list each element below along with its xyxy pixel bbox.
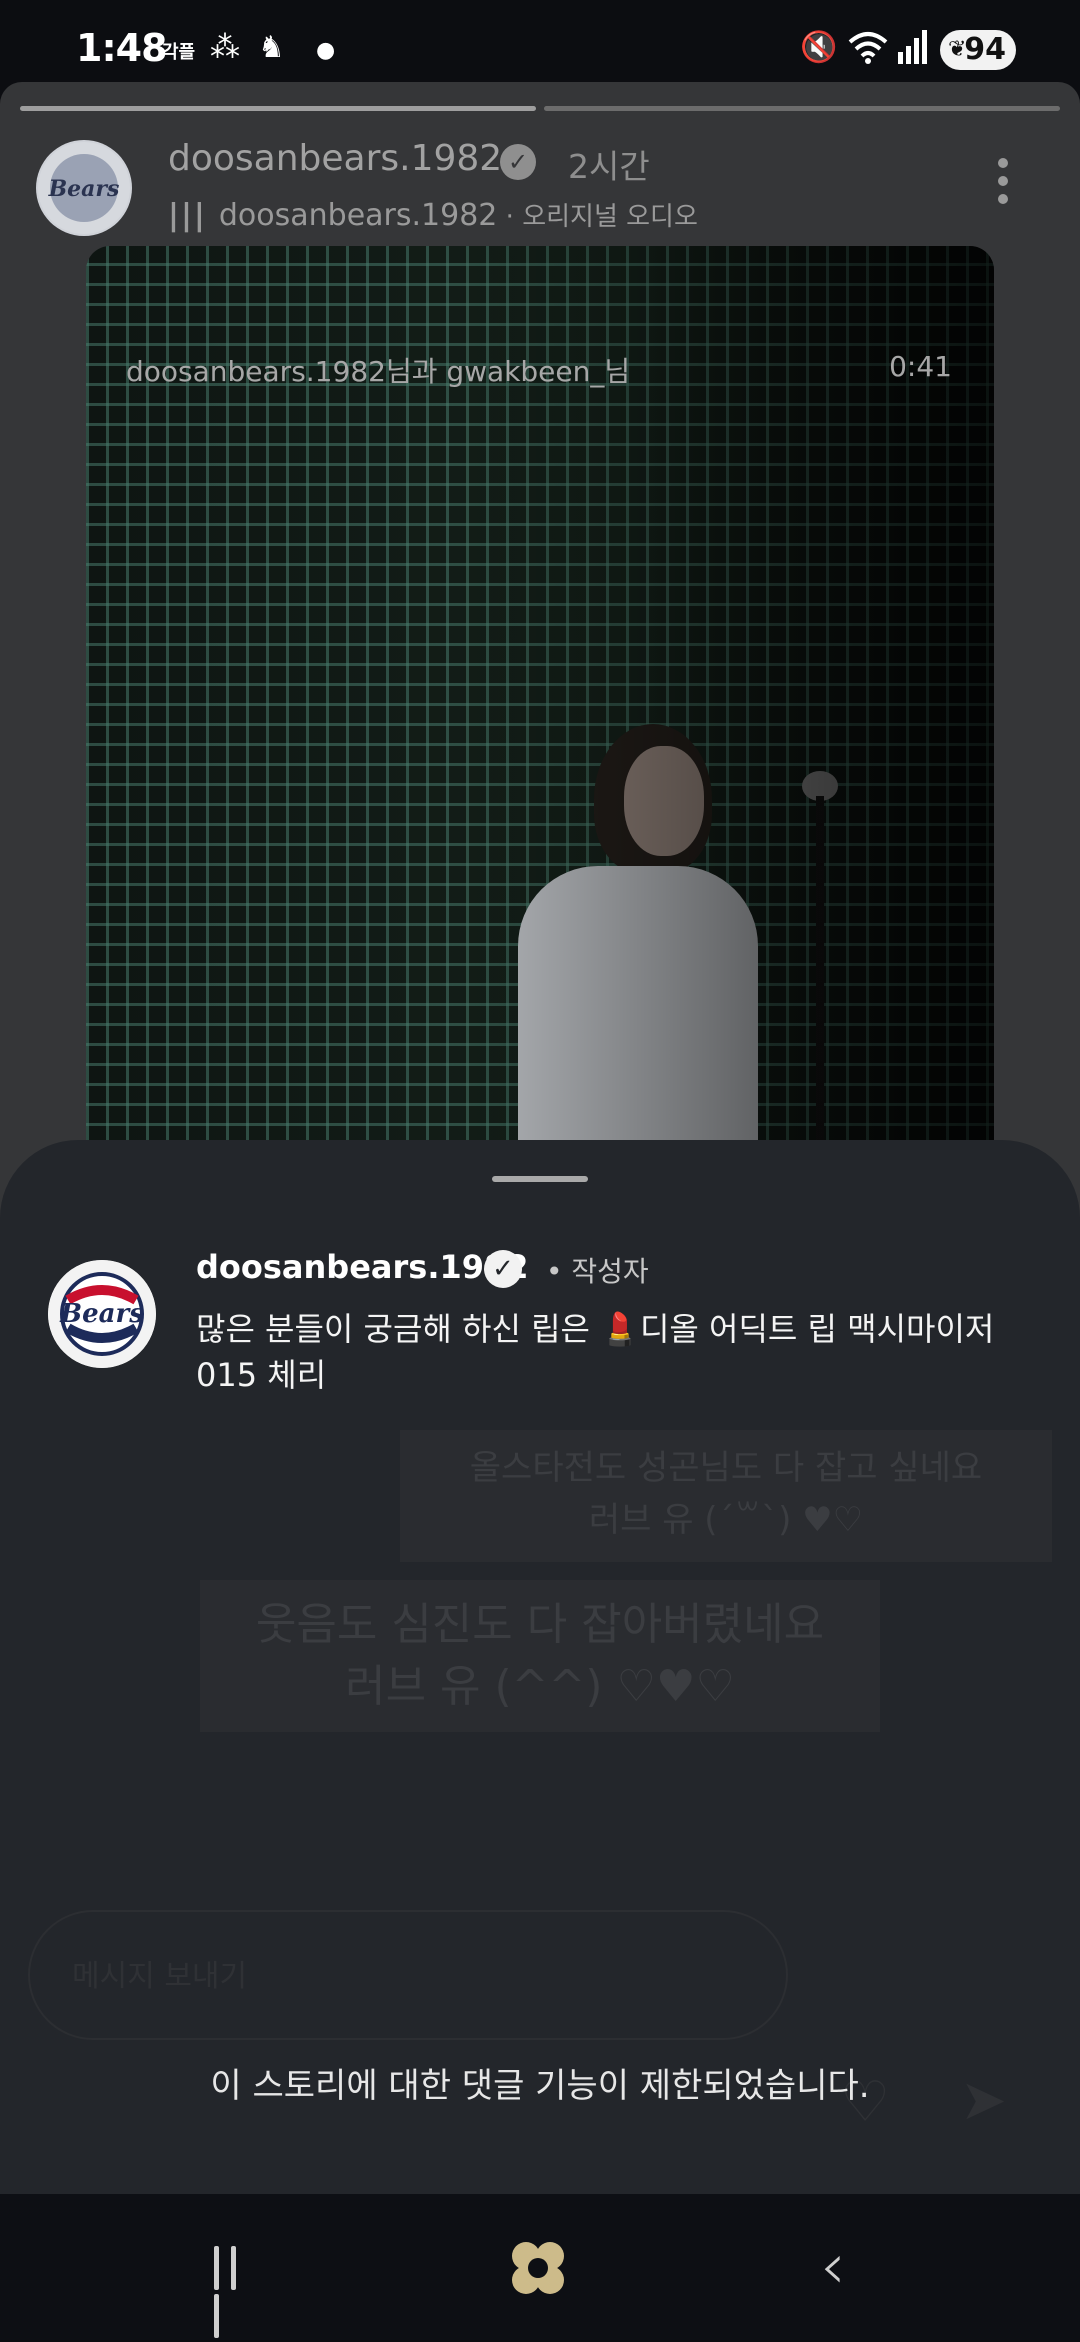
status-time: 1:48 [76, 26, 168, 70]
wifi-icon [848, 30, 888, 72]
comments-disabled-message: 이 스토리에 대한 댓글 기능이 제한되었습니다. [210, 2066, 870, 2106]
signal-icon [898, 30, 928, 72]
caption-text: 많은 분들이 궁금해 하신 립은 💄디올 어딕트 립 맥시마이저 015 체리 [196, 1310, 995, 1394]
verified-badge-icon: ✓ [484, 1250, 522, 1288]
battery-indicator: ❦ 94 [940, 30, 1016, 70]
audio-bars-icon: ||| [168, 198, 207, 233]
back-icon[interactable]: ‹ [820, 2230, 846, 2304]
notification-icon: ♞ [258, 30, 285, 65]
dot-icon: ● [316, 38, 336, 63]
audio-username: doosanbears.1982 [218, 198, 498, 233]
more-options-icon[interactable] [996, 158, 1010, 218]
recent-apps-icon[interactable] [214, 2246, 262, 2338]
system-navigation-bar: ‹ [0, 2194, 1080, 2340]
battery-saver-icon: ❦ [948, 37, 967, 62]
home-icon[interactable] [508, 2238, 568, 2298]
svg-text:Bears: Bears [48, 176, 120, 202]
story-avatar[interactable]: Bears [36, 140, 132, 236]
message-input: 메시지 보내기 [28, 1910, 788, 2040]
sticker-top-line-1: 올스타전도 성곤님도 다 잡고 싶네요 [469, 1448, 983, 1488]
story-sticker-top: 올스타전도 성곤님도 다 잡고 싶네요 러브 유 (´꒳`) ♥♡ [400, 1430, 1052, 1562]
story-username[interactable]: doosanbears.1982 [168, 138, 502, 179]
video-duration: 0:41 [889, 350, 952, 383]
story-sticker-bottom: 웃음도 심진도 다 잡아버렸네요 러브 유 (^^) ♡♥♡ [200, 1580, 880, 1732]
story-progress-segment-2 [544, 106, 1060, 111]
sticker-bottom-line-1: 웃음도 심진도 다 잡아버렸네요 [255, 1599, 825, 1650]
caption-username[interactable]: doosanbears.1982 [196, 1248, 529, 1286]
caption-avatar[interactable]: Bears [48, 1260, 156, 1368]
audio-separator: · [497, 202, 523, 232]
sheet-drag-handle[interactable] [492, 1176, 588, 1182]
carrier-label: 각플 [162, 42, 196, 63]
battery-level: 94 [964, 32, 1006, 67]
audio-label: 오리지널 오디오 [522, 202, 698, 232]
story-audio-link[interactable]: ||| doosanbears.1982 · 오리지널 오디오 [168, 196, 698, 233]
story-progress-segment-1 [20, 106, 536, 111]
author-label: • 작성자 [546, 1255, 649, 1288]
story-time-ago: 2시간 [568, 147, 650, 186]
sticker-top-line-2: 러브 유 (´꒳`) ♥♡ [588, 1500, 864, 1540]
video-overlay-text: doosanbears.1982님과 gwakbeen_님 [126, 355, 631, 388]
sticker-bottom-line-2: 러브 유 (^^) ♡♥♡ [345, 1661, 735, 1712]
svg-text:Bears: Bears [59, 1299, 144, 1329]
mute-icon: 🔇 [800, 30, 838, 65]
app-notification-icon: ⁂ [210, 30, 240, 65]
verified-badge-icon: ✓ [500, 144, 536, 180]
status-bar: 1:48 각플 ⁂ ♞ ● 🔇 ❦ 94 [0, 0, 1080, 82]
caption-bottom-sheet[interactable]: 올스타전도 성곤님도 다 잡고 싶네요 러브 유 (´꒳`) ♥♡ 웃음도 심진… [0, 1140, 1080, 2194]
